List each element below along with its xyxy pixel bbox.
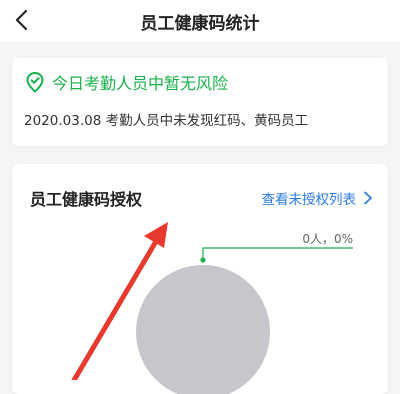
risk-status-card: 今日考勤人员中暂无风险 2020.03.08 考勤人员中未发现红码、黄码员工 (12, 58, 388, 146)
status-row: 今日考勤人员中暂无风险 (24, 70, 228, 94)
status-description: 2020.03.08 考勤人员中未发现红码、黄码员工 (24, 113, 309, 129)
pie-slice-label: 0人，0% (302, 232, 353, 246)
authorization-pie-chart: 0人，0% (136, 232, 353, 394)
status-title: 今日考勤人员中暂无风险 (52, 74, 229, 93)
location-check-icon (26, 71, 44, 93)
pie-slice-remaining (136, 265, 270, 394)
health-code-auth-card: 员工健康码授权 查看未授权列表 0人，0% (12, 164, 388, 394)
page-title: 员工健康码统计 (140, 14, 260, 34)
pie-slice-zero-marker (200, 257, 206, 263)
nav-bar: 员工健康码统计 (0, 0, 400, 42)
pie-leader-line (202, 247, 353, 260)
